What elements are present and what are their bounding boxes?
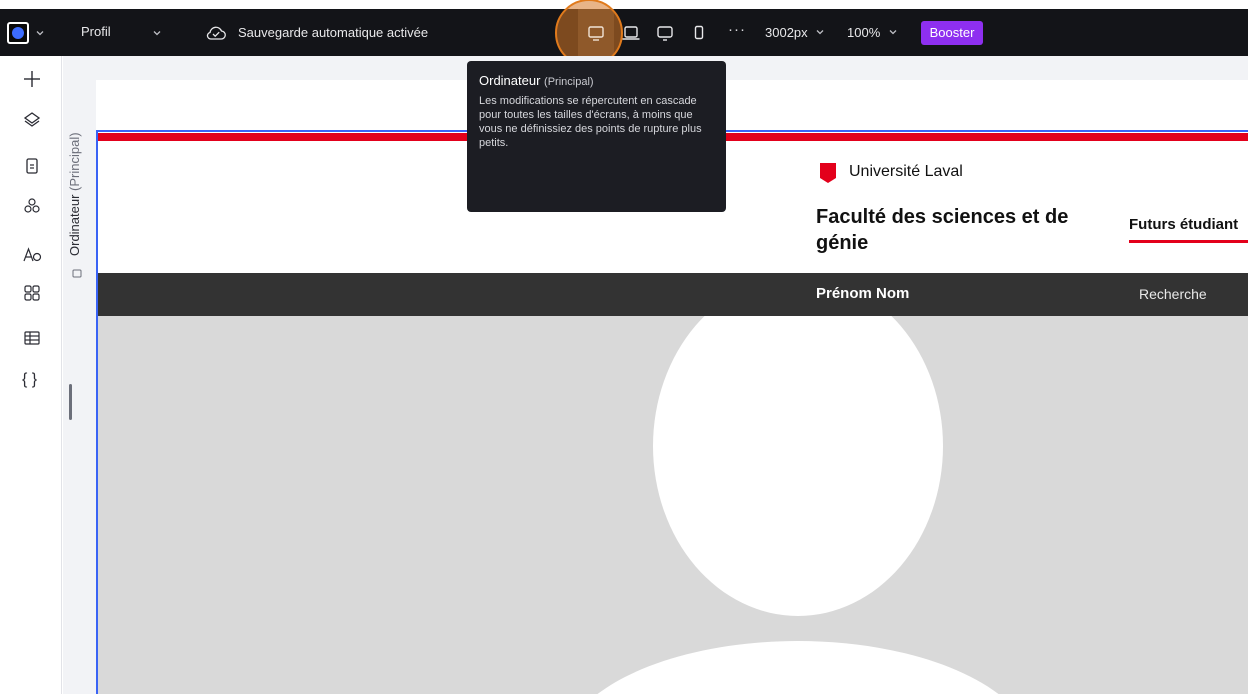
search-link[interactable]: Recherche [1139,286,1207,302]
canvas-width-value: 3002px [765,25,808,40]
apps-button[interactable] [21,282,43,304]
booster-button[interactable]: Booster [921,21,983,45]
code-icon[interactable]: { } [22,371,37,389]
typography-button[interactable] [21,244,43,266]
breakpoint-label-name: Ordinateur [67,194,82,256]
more-breakpoints-button[interactable]: ··· [728,21,746,38]
zoom-dropdown[interactable]: 100% [847,25,898,40]
tooltip-title: Ordinateur [479,73,541,88]
layers-icon [23,112,41,127]
person-name: Prénom Nom [816,285,910,302]
tablet-breakpoint-button[interactable] [655,23,675,43]
tooltip-title-row: Ordinateur (Principal) [479,73,714,88]
desktop-breakpoint-button[interactable] [586,23,606,43]
pages-button[interactable] [21,155,43,177]
add-icon [24,71,40,87]
cloud-check-icon [205,24,227,42]
site-nav-bar: Prénom Nom Recherche [98,273,1248,316]
components-button[interactable] [21,195,43,217]
chevron-down-icon [815,27,825,37]
apps-grid-icon [24,285,40,301]
components-icon [24,198,40,213]
laptop-icon [622,26,640,40]
ulaval-logo-icon [819,162,837,184]
left-tool-rail: { } [0,56,62,694]
tooltip-title-sub: (Principal) [544,76,594,88]
desktop-icon [588,26,604,41]
tablet-landscape-icon [657,26,673,41]
breakpoint-label-sub: (Principal) [67,132,82,191]
breakpoint-vertical-label: Ordinateur (Principal) [67,96,85,256]
site-page-frame[interactable]: Université Laval Faculté des sciences et… [96,130,1248,694]
mobile-icon [694,25,704,40]
laptop-breakpoint-button[interactable] [621,23,641,43]
university-name: Université Laval [849,163,963,180]
autosave-status: Sauvegarde automatique activée [238,25,429,40]
breakpoint-tooltip: Ordinateur (Principal) Les modifications… [467,61,726,212]
profile-photo-placeholder[interactable] [98,316,1248,694]
page-icon [26,158,38,174]
mobile-breakpoint-button[interactable] [689,23,709,43]
breakpoint-desktop-icon [71,268,83,280]
cms-button[interactable] [21,327,43,349]
canvas-resize-handle[interactable] [69,384,72,420]
page-selector[interactable]: Profil [81,24,111,39]
futurs-etudiants-link[interactable]: Futurs étudiant [1129,216,1238,233]
zoom-value: 100% [847,25,881,40]
active-nav-underline [1129,240,1248,243]
person-silhouette-icon [597,316,999,694]
add-element-button[interactable] [21,68,43,90]
tooltip-body: Les modifications se répercutent en casc… [479,95,702,149]
top-toolbar: Profil Sauvegarde automatique activée ··… [0,0,1248,67]
canvas-width-dropdown[interactable]: 3002px [765,25,825,40]
faculty-title: Faculté des sciences et de génie [816,206,1069,254]
editor-logo-icon [7,22,29,44]
chevron-down-icon [888,27,898,37]
page-selector-label: Profil [81,24,111,39]
page-selector-chevron-icon[interactable] [152,28,162,38]
typography-icon [23,247,42,262]
chevron-down-icon [35,28,45,38]
table-icon [24,331,40,345]
site-menu-button[interactable] [7,22,45,44]
layers-button[interactable] [21,109,43,131]
